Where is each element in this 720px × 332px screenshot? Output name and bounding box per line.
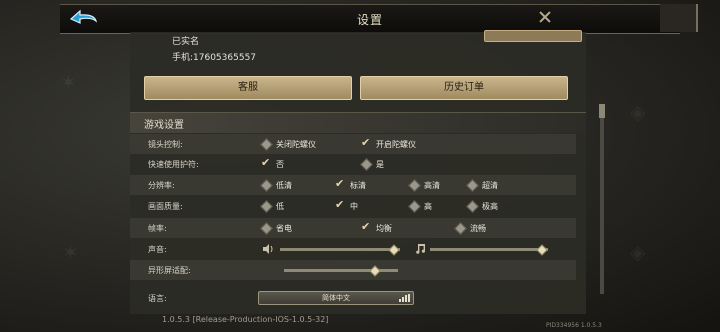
language-value: 简体中文 [322, 294, 350, 302]
camera-label: 镜头控制: [148, 140, 183, 149]
account-section: 已实名 手机:17605365557 客服 历史订单 [136, 30, 582, 102]
quality-row: 画面质量: 低 ✔ 中 高 极高 [148, 198, 498, 213]
sound-row: 声音: [130, 239, 576, 259]
settings-panel: 已实名 手机:17605365557 客服 历史订单 游戏设置 镜头控制: 关闭… [130, 30, 586, 314]
order-history-button[interactable]: 历史订单 [360, 76, 568, 100]
language-label: 语言: [148, 294, 167, 303]
music-note-icon [416, 244, 426, 254]
realname-status: 已实名 [172, 37, 200, 47]
sfx-slider-handle[interactable] [388, 244, 400, 256]
framerate-label: 帧率: [148, 224, 167, 233]
scrollbar-thumb[interactable] [599, 104, 605, 118]
sfx-slider-track[interactable] [280, 248, 400, 251]
resolution-label: 分辨率: [148, 181, 175, 190]
phone-number: 手机:17605365557 [172, 53, 257, 63]
framerate-row: 帧率: 省电 ✔ 均衡 流畅 [130, 218, 576, 238]
sound-label: 声音: [148, 245, 167, 254]
music-slider-handle[interactable] [536, 244, 548, 256]
check-icon: ✔ [335, 198, 345, 211]
bg-decoration-left: ✶ [60, 70, 77, 94]
customer-service-button[interactable]: 客服 [144, 76, 352, 100]
game-settings-header: 游戏设置 [130, 112, 586, 133]
check-icon: ✔ [335, 177, 345, 190]
resolution-row: 分辨率: 低清 ✔ 标清 高清 超清 [130, 175, 576, 195]
signal-bars-icon [399, 294, 410, 302]
back-button[interactable] [68, 8, 100, 30]
camera-row: 镜头控制: 关闭陀螺仪 ✔ 开启陀螺仪 [130, 134, 576, 154]
quick-use-row: 快速使用护符: ✔ 否 是 [148, 156, 384, 171]
section-title: 游戏设置 [144, 120, 184, 131]
bg-decoration-left-2: ✶ [62, 240, 79, 264]
back-arrow-icon [69, 9, 98, 24]
bg-decoration-right-2: ◈ [630, 240, 646, 264]
build-id: PID334956 1.0.5.3 [546, 322, 602, 329]
frame-corner-decoration [660, 4, 698, 32]
check-icon: ✔ [361, 220, 371, 233]
account-top-button[interactable] [484, 30, 582, 42]
header-bar: 设置 [60, 4, 680, 34]
page-title: 设置 [356, 13, 383, 27]
quality-label: 画面质量: [148, 202, 183, 211]
notch-label: 异形屏适配: [148, 266, 191, 275]
language-select[interactable]: 简体中文 [258, 291, 414, 305]
music-slider-track[interactable] [430, 248, 548, 251]
close-button[interactable] [538, 10, 552, 24]
check-icon: ✔ [261, 156, 271, 169]
bg-decoration-right: ◈ [630, 100, 646, 124]
language-row: 语言: 简体中文 [130, 288, 576, 308]
version-text: 1.0.5.3 [Release-Production-IOS-1.0.5-32… [162, 315, 329, 324]
speaker-icon [263, 244, 273, 254]
scrollbar[interactable] [599, 104, 605, 294]
notch-row: 异形屏适配: [130, 260, 576, 280]
check-icon: ✔ [361, 136, 371, 149]
notch-slider-handle[interactable] [369, 265, 381, 277]
quick-use-label: 快速使用护符: [148, 160, 199, 169]
